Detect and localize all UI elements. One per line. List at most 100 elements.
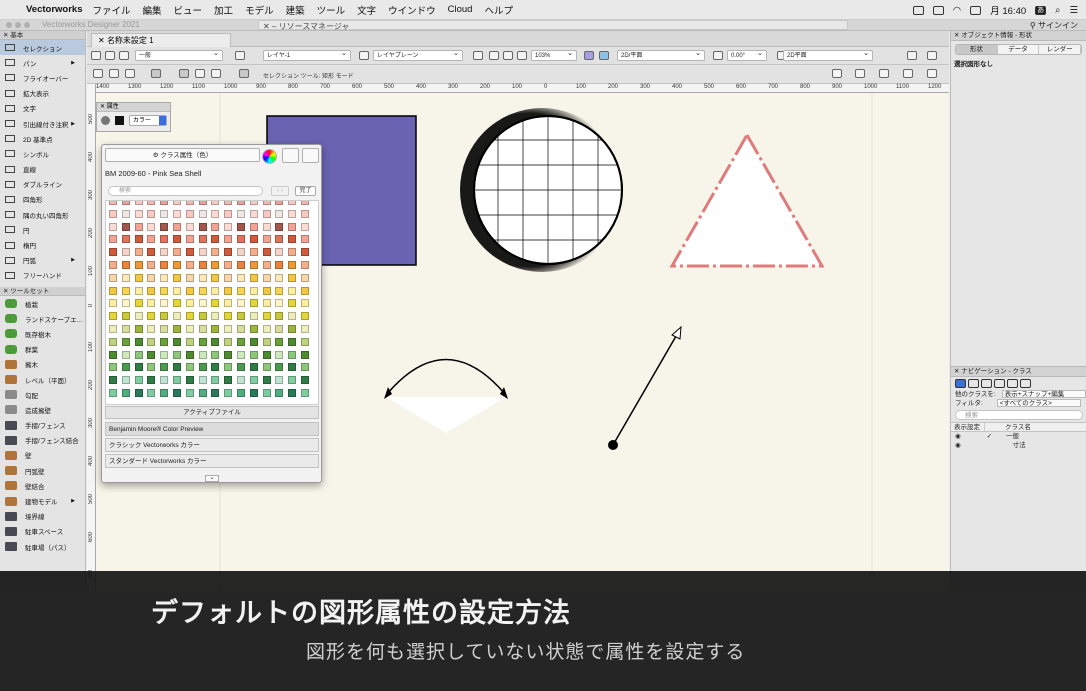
color-swatch[interactable] <box>262 201 271 205</box>
color-swatch[interactable] <box>147 299 156 308</box>
more-icon[interactable] <box>927 51 937 60</box>
color-swatch[interactable] <box>147 325 156 333</box>
basic-tool-9[interactable]: ダブルライン <box>0 177 85 192</box>
color-swatch[interactable] <box>109 273 117 282</box>
snap-more-icon[interactable] <box>903 69 913 78</box>
color-swatch[interactable] <box>237 363 245 372</box>
color-swatch[interactable] <box>237 286 245 295</box>
view-mode-icon[interactable] <box>473 51 483 60</box>
color-swatch[interactable] <box>211 273 220 282</box>
eye-icon[interactable]: ◉ <box>955 432 961 441</box>
color-swatch[interactable] <box>211 222 220 231</box>
color-swatch[interactable] <box>198 201 207 205</box>
navigation-header[interactable]: ✕ ナビゲーション - クラス <box>951 367 1086 377</box>
color-swatch[interactable] <box>147 337 156 346</box>
basic-palette-header[interactable]: ✕ 基本 <box>0 31 85 40</box>
toolset-15[interactable]: 駐車スペース <box>0 524 85 539</box>
color-swatch[interactable] <box>109 350 117 359</box>
basic-tool-10[interactable]: 四角形 <box>0 192 85 207</box>
color-swatch[interactable] <box>198 350 207 359</box>
color-swatch[interactable] <box>237 273 245 282</box>
sheet-view-icon[interactable] <box>981 379 992 388</box>
color-swatch[interactable] <box>160 389 169 397</box>
color-swatch[interactable] <box>109 201 117 205</box>
menu-model[interactable]: モデル <box>245 3 274 17</box>
color-swatch[interactable] <box>262 261 271 269</box>
layer-select[interactable]: レイヤ-1 <box>263 49 351 61</box>
toolset-4[interactable]: 擁木 <box>0 357 85 372</box>
color-swatch[interactable] <box>237 312 245 321</box>
color-swatch[interactable] <box>173 389 181 397</box>
snap-options-icon[interactable] <box>879 69 889 78</box>
color-swatch[interactable] <box>211 376 220 385</box>
color-swatch[interactable] <box>121 222 130 231</box>
basic-tool-14[interactable]: 円弧 ▶ <box>0 253 85 268</box>
arrow-line[interactable] <box>608 325 682 450</box>
color-swatch[interactable] <box>185 312 194 321</box>
color-swatch[interactable] <box>198 363 207 372</box>
rotation-field[interactable]: 0.00° <box>727 49 767 61</box>
color-swatch[interactable] <box>224 389 233 397</box>
color-swatch[interactable] <box>185 376 194 385</box>
color-swatch[interactable] <box>262 312 271 321</box>
traffic-light-icon[interactable] <box>6 22 12 28</box>
color-swatch[interactable] <box>147 376 156 385</box>
color-swatch[interactable] <box>288 299 297 308</box>
color-swatch[interactable] <box>147 222 156 231</box>
color-swatch[interactable] <box>173 299 181 308</box>
layer-icon[interactable] <box>235 51 245 60</box>
color-swatch[interactable] <box>262 209 271 218</box>
color-swatch[interactable] <box>249 376 258 385</box>
color-swatch[interactable] <box>237 248 245 257</box>
menu-cloud[interactable]: Cloud <box>448 4 473 15</box>
color-swatch[interactable] <box>211 312 220 321</box>
color-swatch[interactable] <box>249 337 258 346</box>
color-swatch[interactable] <box>224 350 233 359</box>
menu-text[interactable]: 文字 <box>357 3 376 17</box>
color-swatch[interactable] <box>121 261 130 269</box>
reference-view-icon[interactable] <box>1020 379 1031 388</box>
color-swatch[interactable] <box>185 273 194 282</box>
color-swatch[interactable] <box>185 261 194 269</box>
color-swatch[interactable] <box>121 299 130 308</box>
mode-icon[interactable] <box>151 69 161 78</box>
fit-icon[interactable] <box>489 51 499 60</box>
color-swatch[interactable] <box>121 389 130 397</box>
color-swatch[interactable] <box>134 222 143 231</box>
toolset-11[interactable]: 円弧壁 <box>0 463 85 478</box>
color-swatch[interactable] <box>134 261 143 269</box>
color-swatch[interactable] <box>262 299 271 308</box>
color-swatch[interactable] <box>301 201 309 205</box>
color-swatch[interactable] <box>275 248 284 257</box>
color-swatch[interactable] <box>211 286 220 295</box>
toolset-10[interactable]: 壁 <box>0 448 85 463</box>
dashed-triangle[interactable] <box>669 131 825 268</box>
toolset-2[interactable]: 既存樹木 <box>0 326 85 341</box>
color-swatch[interactable] <box>211 325 220 333</box>
color-swatch[interactable] <box>262 235 271 244</box>
color-swatch[interactable] <box>173 261 181 269</box>
color-swatch[interactable] <box>198 299 207 308</box>
color-swatch[interactable] <box>121 350 130 359</box>
spotlight-icon[interactable]: ⌕ <box>1055 5 1060 16</box>
color-swatch[interactable] <box>288 248 297 257</box>
attributes-header[interactable]: ✕ 属性 <box>97 103 170 112</box>
search-nav-buttons[interactable]: ‹ › <box>271 186 289 196</box>
color-swatch[interactable] <box>249 209 258 218</box>
color-swatch[interactable] <box>147 261 156 269</box>
color-swatch[interactable] <box>249 222 258 231</box>
color-swatch[interactable] <box>198 235 207 244</box>
color-swatch[interactable] <box>224 209 233 218</box>
color-swatch[interactable] <box>160 261 169 269</box>
color-swatch[interactable] <box>121 286 130 295</box>
basic-tool-12[interactable]: 円 <box>0 222 85 237</box>
color-swatch[interactable] <box>160 248 169 257</box>
ime-indicator[interactable]: あ <box>1035 5 1047 15</box>
color-swatch[interactable] <box>211 209 220 218</box>
color-swatch[interactable] <box>185 337 194 346</box>
color-swatch[interactable] <box>134 312 143 321</box>
color-swatch[interactable] <box>109 312 117 321</box>
toolset-3[interactable]: 群葉 <box>0 342 85 357</box>
class-row[interactable]: ◉ ✓ 一般 <box>951 432 1086 441</box>
expand-more-icon[interactable]: ⌄ <box>205 475 219 482</box>
